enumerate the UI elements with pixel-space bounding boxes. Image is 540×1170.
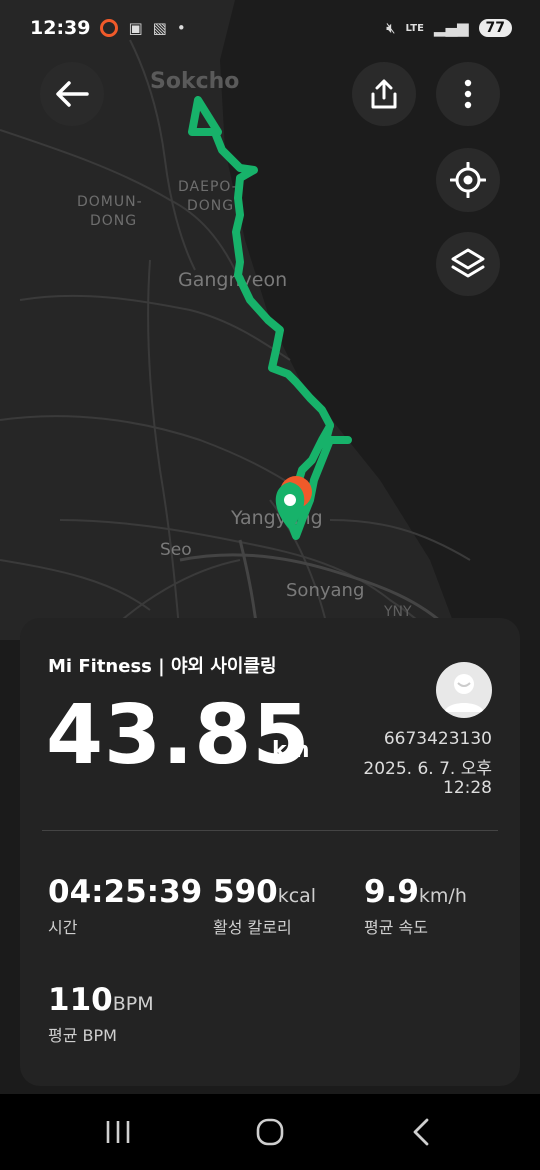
- network-type: LTE: [405, 22, 424, 34]
- stat-label: 평균 BPM: [48, 1026, 117, 1045]
- share-icon: [371, 79, 397, 109]
- map-label: Gangnyeon: [178, 269, 287, 291]
- more-button[interactable]: [436, 62, 500, 126]
- map-label: Seo: [160, 540, 192, 560]
- map-label: DOMUN-: [77, 194, 143, 210]
- stat-unit: BPM: [112, 993, 154, 1015]
- stat-value: 110: [48, 982, 113, 1018]
- workout-date: 2025. 6. 7. 오후: [363, 759, 492, 779]
- stat-avg-bpm: 110BPM 평균 BPM: [48, 982, 154, 1046]
- workout-summary-card: Mi Fitness | 야외 사이클링 43.85 km 6673423130…: [20, 618, 520, 1086]
- stat-unit: km/h: [418, 885, 467, 907]
- stat-duration: 04:25:39 시간: [48, 874, 202, 938]
- share-button[interactable]: [352, 62, 416, 126]
- stat-label: 평균 속도: [364, 918, 428, 937]
- stat-value: 04:25:39: [48, 874, 203, 910]
- more-vertical-icon: [464, 79, 472, 109]
- locate-button[interactable]: [436, 148, 500, 212]
- system-nav-bar: [0, 1094, 540, 1170]
- app-title: Mi Fitness | 야외 사이클링: [48, 656, 277, 677]
- user-id: 6673423130: [383, 729, 492, 749]
- divider: [42, 830, 498, 831]
- battery-indicator: 77: [478, 19, 512, 37]
- distance-value: 43.85: [46, 688, 311, 783]
- ring-icon: [100, 19, 119, 37]
- screenshot-icon: ▣: [128, 19, 143, 37]
- dot-icon: •: [176, 19, 186, 37]
- stat-avg-speed: 9.9km/h 평균 속도: [364, 874, 467, 938]
- user-icon: [444, 674, 484, 712]
- home-icon[interactable]: [256, 1118, 284, 1146]
- stat-calories: 590kcal 활성 칼로리: [213, 874, 316, 938]
- crosshair-icon: [450, 162, 486, 198]
- back-button[interactable]: [40, 62, 104, 126]
- workout-time: 12:28: [443, 778, 492, 798]
- notification-icon: ▧: [152, 19, 167, 37]
- map-label: DONG: [90, 213, 137, 229]
- distance-unit: km: [272, 738, 310, 763]
- back-nav-icon[interactable]: [410, 1118, 432, 1146]
- map-label: DONG: [187, 198, 234, 214]
- status-bar: 12:39 ▣ ▧ • 🔇︎ LTE ▂▄▆ 77: [0, 0, 540, 56]
- map-label: Sokcho: [150, 69, 239, 94]
- layers-button[interactable]: [436, 232, 500, 296]
- recent-apps-icon[interactable]: [104, 1120, 132, 1144]
- map-label: DAEPO-: [178, 179, 238, 195]
- stat-value: 590: [213, 874, 278, 910]
- status-time: 12:39: [30, 17, 91, 39]
- avatar[interactable]: [436, 662, 492, 718]
- stat-label: 활성 칼로리: [213, 918, 292, 937]
- stat-unit: kcal: [277, 885, 317, 907]
- layers-icon: [451, 248, 485, 278]
- mute-icon: 🔇︎: [386, 19, 396, 37]
- stat-value: 9.9: [364, 874, 419, 910]
- arrow-left-icon: [56, 81, 89, 107]
- map-label: Sonyang: [286, 580, 364, 601]
- signal-icon: ▂▄▆: [433, 19, 469, 37]
- stat-label: 시간: [48, 918, 78, 937]
